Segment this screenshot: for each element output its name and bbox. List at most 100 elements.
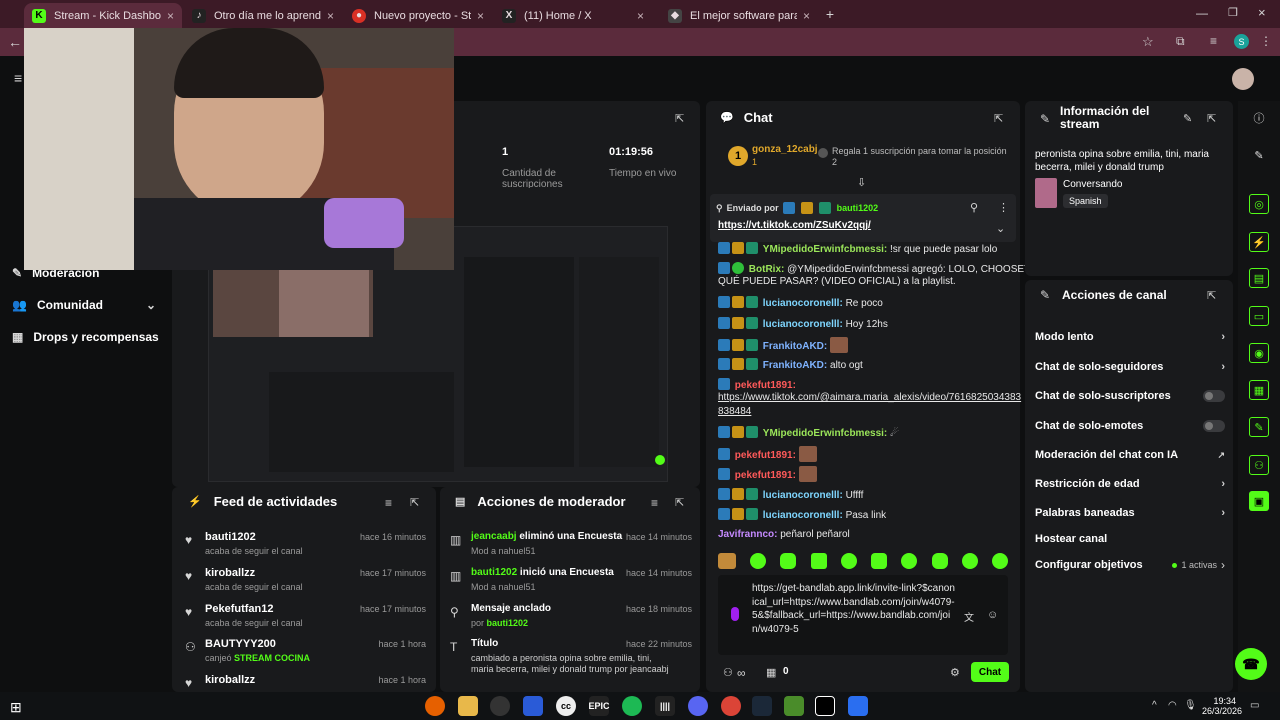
- chat-link[interactable]: https://www.tiktok.com/@aimara.maria_ale…: [718, 392, 1021, 403]
- back-icon[interactable]: ←: [8, 34, 22, 50]
- tab-software[interactable]: ◆ El mejor software para pote ×: [660, 3, 818, 28]
- menu-icon[interactable]: ⋮: [1260, 34, 1272, 48]
- layout-icon[interactable]: ▦: [1249, 380, 1269, 400]
- capcut-icon[interactable]: [815, 696, 835, 716]
- obs-icon[interactable]: [490, 696, 510, 716]
- broadcast-icon[interactable]: ◉: [1249, 343, 1269, 363]
- more-options-icon[interactable]: ⋮: [998, 201, 1009, 214]
- toggle-switch[interactable]: [1203, 420, 1225, 432]
- epic-games-icon[interactable]: EPIC: [589, 696, 610, 716]
- cc-icon[interactable]: cc: [556, 696, 576, 716]
- tab-kick-dashboard[interactable]: K Stream - Kick Dashboard ×: [24, 3, 182, 28]
- info-icon[interactable]: ⓘ: [1249, 108, 1269, 128]
- file-explorer-icon[interactable]: [458, 696, 478, 716]
- emote-icon[interactable]: [931, 553, 948, 569]
- emote-icon[interactable]: [901, 553, 918, 569]
- tab-tiktok[interactable]: ♪ Otro día me lo aprendo ajaj | ju ×: [184, 3, 342, 28]
- popout-icon[interactable]: ⇱: [1207, 112, 1216, 125]
- clapper-icon[interactable]: ▣: [1249, 491, 1269, 511]
- action-goals[interactable]: Configurar objetivos 1 activas ›: [1035, 558, 1225, 572]
- pinned-link[interactable]: https://vt.tiktok.com/ZSuKv2qqj/: [718, 220, 871, 231]
- popout-icon[interactable]: ⇱: [675, 496, 684, 509]
- spotify-icon[interactable]: [622, 696, 642, 716]
- popout-icon[interactable]: ⇱: [1207, 289, 1216, 302]
- emote-icon[interactable]: [750, 553, 767, 569]
- action-host-channel[interactable]: Hostear canal: [1035, 533, 1225, 545]
- filter-icon[interactable]: ≡: [651, 496, 658, 510]
- notifications-icon[interactable]: ▭: [1250, 700, 1259, 711]
- pen-icon[interactable]: ✎: [1249, 145, 1269, 165]
- firefox-icon[interactable]: [425, 696, 445, 716]
- gift-box-icon[interactable]: ▦: [766, 666, 776, 679]
- taskbar-clock[interactable]: 19:34 26/3/2026: [1202, 696, 1242, 716]
- share-icon[interactable]: ⚇: [1249, 455, 1269, 475]
- chat-input-text[interactable]: https://get-bandlab.app.link/invite-link…: [752, 582, 956, 636]
- popout-icon[interactable]: ⇱: [994, 112, 1003, 125]
- star-icon[interactable]: ☆: [1142, 34, 1154, 50]
- close-icon[interactable]: ×: [637, 9, 644, 23]
- minimize-icon[interactable]: —: [1196, 6, 1208, 20]
- user-avatar[interactable]: [1232, 68, 1254, 90]
- profile-avatar[interactable]: S: [1234, 34, 1249, 49]
- unpin-icon[interactable]: ⚲: [970, 201, 978, 214]
- maximize-icon[interactable]: ❐: [1228, 6, 1238, 19]
- settings-icon[interactable]: ⚙: [950, 666, 960, 679]
- emote-icon[interactable]: [810, 553, 827, 569]
- infinity-icon[interactable]: ∞: [737, 666, 746, 680]
- tab-x-home[interactable]: X (11) Home / X ×: [494, 3, 652, 28]
- close-icon[interactable]: ×: [477, 9, 484, 23]
- emote-icon[interactable]: [718, 553, 736, 569]
- wifi-icon[interactable]: ◠: [1168, 700, 1177, 711]
- discord-icon[interactable]: [688, 696, 708, 716]
- reading-list-icon[interactable]: ≡: [1210, 34, 1217, 48]
- emote-icon[interactable]: [780, 553, 797, 569]
- action-banned-words[interactable]: Palabras baneadas ›: [1035, 507, 1225, 519]
- sidebar-item-comunidad[interactable]: 👥 Comunidad ⌄: [12, 298, 156, 312]
- action-slow-mode[interactable]: Modo lento ›: [1035, 331, 1225, 343]
- mic-tray-icon[interactable]: 🎙: [1184, 700, 1197, 711]
- document-icon[interactable]: ▤: [1249, 268, 1269, 288]
- app-icon[interactable]: [523, 696, 543, 716]
- audio-app-icon[interactable]: ||||: [655, 696, 675, 716]
- close-icon[interactable]: ×: [167, 9, 174, 23]
- minecraft-icon[interactable]: [784, 696, 804, 716]
- action-subscribers-only[interactable]: Chat de solo-suscriptores: [1035, 390, 1225, 402]
- extensions-icon[interactable]: ⧉: [1176, 34, 1185, 49]
- close-window-icon[interactable]: ×: [1258, 5, 1266, 20]
- help-button[interactable]: ☎: [1235, 648, 1267, 680]
- popout-icon[interactable]: ⇱: [410, 496, 419, 509]
- emote-icon[interactable]: [991, 553, 1008, 569]
- edit-icon[interactable]: ✎: [1183, 112, 1192, 125]
- toggle-switch[interactable]: [1203, 390, 1225, 402]
- close-icon[interactable]: ×: [327, 9, 334, 23]
- chevron-down-icon[interactable]: ⌄: [996, 222, 1005, 235]
- emote-icon[interactable]: [961, 553, 978, 569]
- emoji-icon[interactable]: ☺: [987, 609, 998, 621]
- action-emotes-only[interactable]: Chat de solo-emotes: [1035, 420, 1225, 432]
- steam-icon[interactable]: [752, 696, 772, 716]
- emote-icon[interactable]: [871, 553, 888, 569]
- windows-start-icon[interactable]: ⊞: [10, 699, 22, 716]
- tab-studio[interactable]: ● Nuevo proyecto - Studio ×: [344, 3, 492, 28]
- close-icon[interactable]: ×: [803, 9, 810, 23]
- translate-icon[interactable]: 文: [964, 609, 974, 624]
- filter-icon[interactable]: ≡: [385, 496, 392, 510]
- send-chat-button[interactable]: Chat: [971, 662, 1009, 682]
- action-followers-only[interactable]: Chat de solo-seguidores ›: [1035, 361, 1225, 373]
- bolt-icon[interactable]: ⚡: [1249, 232, 1269, 252]
- capture-icon[interactable]: ◎: [1249, 194, 1269, 214]
- app-store-icon[interactable]: [848, 696, 868, 716]
- users-icon[interactable]: ⚇: [723, 666, 733, 679]
- wrench-icon[interactable]: ✎: [1249, 417, 1269, 437]
- tray-arrow-icon[interactable]: ^: [1152, 700, 1157, 711]
- new-tab-button[interactable]: +: [822, 6, 838, 22]
- chat-bubble-icon[interactable]: ▭: [1249, 306, 1269, 326]
- chat-link-cont[interactable]: 838484: [718, 406, 751, 417]
- action-ai-moderation[interactable]: Moderación del chat con IA ↗: [1035, 449, 1225, 461]
- hamburger-icon[interactable]: ≡: [14, 70, 22, 86]
- scroll-down-icon[interactable]: ⇩: [857, 176, 866, 189]
- popout-icon[interactable]: ⇱: [675, 112, 684, 125]
- action-age-restriction[interactable]: Restricción de edad ›: [1035, 478, 1225, 490]
- chrome-icon[interactable]: [721, 696, 741, 716]
- emote-icon[interactable]: [840, 553, 857, 569]
